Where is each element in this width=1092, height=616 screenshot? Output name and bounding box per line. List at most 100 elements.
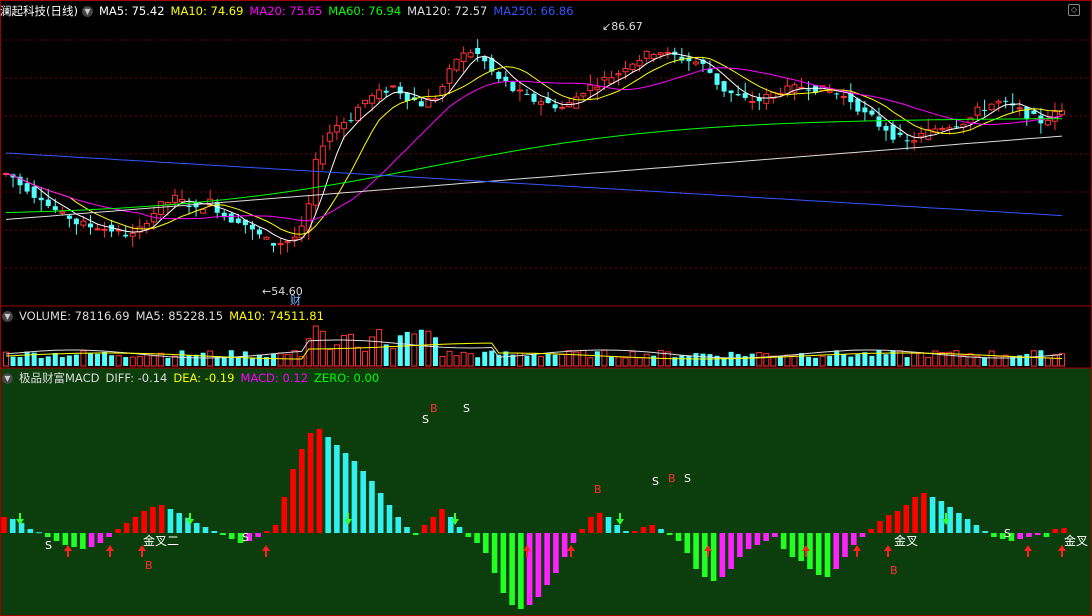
macd-bar-94	[824, 533, 831, 577]
volume-bar-83	[587, 357, 594, 367]
candle-body-91	[643, 50, 650, 59]
candle-body-5	[38, 197, 44, 201]
volume-bar-71	[503, 351, 509, 366]
signal-s-2: S	[463, 402, 470, 415]
volume-bar-5	[38, 357, 44, 366]
volume-bar-86	[608, 356, 614, 366]
volume-bar-150	[1059, 353, 1065, 367]
high-price-value: 86.67	[611, 20, 643, 33]
macd-bar-15	[132, 517, 139, 533]
settings-icon[interactable]: ◇	[1068, 4, 1080, 16]
macd-bar-56	[491, 533, 498, 573]
candle-body-56	[397, 86, 403, 94]
candle-body-127	[897, 132, 903, 135]
macd-bar-31	[272, 525, 279, 533]
macd-bar-20	[176, 513, 183, 533]
candle-body-73	[516, 89, 523, 92]
macd-bar-38	[334, 445, 340, 533]
macd-bar-69	[605, 517, 612, 533]
volume-bar-119	[841, 354, 847, 366]
candle-body-119	[840, 95, 847, 98]
candle-body-8	[59, 211, 66, 214]
low-price-arrow-icon: ←	[262, 285, 272, 298]
volume-bar-2	[17, 356, 23, 366]
candle-body-114	[806, 89, 812, 91]
signal-jincha-2: 金叉	[894, 534, 919, 548]
volume-bar-16	[115, 355, 122, 367]
macd-indicator-2: DEA: -0.19	[173, 371, 235, 385]
macd-indicator-list: 极品财富MACD DIFF: -0.14 DEA: -0.19 MACD: 0.12 Z…	[19, 371, 385, 385]
volume-bar-128	[904, 357, 910, 366]
candle-body-117	[826, 90, 833, 93]
candle-body-38	[271, 243, 277, 246]
volume-bar-57	[404, 331, 410, 366]
macd-bar-8	[71, 533, 77, 547]
volume-bar-39	[277, 352, 284, 367]
candle-body-94	[664, 51, 671, 54]
volume-bar-137	[967, 353, 974, 367]
macd-bar-24	[211, 531, 218, 533]
volume-bar-67	[475, 357, 481, 366]
candle-body-87	[615, 73, 622, 76]
candle-body-103	[728, 90, 734, 94]
macd-bar-118	[1034, 533, 1041, 535]
macd-bar-50	[439, 509, 445, 533]
macd-bar-81	[710, 533, 717, 581]
candle-body-133	[939, 127, 946, 131]
macd-bar-14	[123, 523, 130, 533]
volume-bar-26	[186, 355, 192, 366]
ma-indicator-1: MA10: 74.69	[170, 4, 244, 18]
candle-body-82	[580, 92, 587, 97]
volume-bar-112	[791, 355, 798, 367]
macd-toggle-icon[interactable]: ▼	[2, 373, 13, 384]
macd-bar-117	[1026, 533, 1032, 537]
volume-bar-41	[291, 350, 298, 367]
macd-bar-99	[868, 529, 875, 533]
candle-body-108	[763, 94, 770, 104]
volume-bar-135	[953, 350, 960, 367]
candle-body-44	[312, 158, 319, 206]
volume-bar-59	[418, 329, 424, 366]
macd-bar-48	[421, 525, 428, 533]
volume-bar-130	[918, 352, 925, 367]
volume-bar-7	[52, 353, 58, 366]
signal-s-4: S	[684, 472, 691, 485]
volume-bar-20	[143, 354, 150, 367]
candle-body-53	[376, 89, 383, 100]
macd-indicator-1: DIFF: -0.14	[105, 371, 168, 385]
candle-body-102	[721, 81, 727, 92]
volume-bar-148	[1044, 357, 1051, 367]
candle-body-36	[256, 229, 262, 235]
volume-bar-33	[235, 357, 241, 366]
macd-bar-63	[553, 533, 559, 573]
macd-bar-113	[991, 533, 997, 537]
candle-body-41	[291, 236, 298, 240]
volume-bar-124	[876, 350, 882, 366]
candle-body-121	[855, 98, 861, 112]
volume-bar-38	[271, 353, 277, 366]
macd-bar-82	[719, 533, 726, 577]
collapse-toggle-icon[interactable]: ▼	[81, 6, 93, 17]
macd-bar-58	[509, 533, 515, 605]
macd-bar-0	[1, 517, 7, 533]
candle-body-67	[475, 47, 481, 54]
candle-body-62	[439, 86, 446, 96]
candle-body-98	[692, 61, 699, 65]
macd-bar-41	[360, 471, 366, 533]
candle-body-14	[101, 228, 108, 231]
volume-bar-27	[193, 354, 199, 366]
volume-bar-116	[819, 355, 826, 367]
candle-body-28	[200, 208, 207, 214]
volume-bar-140	[988, 350, 995, 367]
volume-bar-44	[312, 325, 319, 367]
macd-bar-59	[518, 533, 524, 609]
volume-bar-32	[228, 350, 234, 366]
volume-toggle-icon[interactable]: ▼	[2, 311, 13, 322]
finance-marker[interactable]: 财	[290, 292, 301, 308]
macd-bar-46	[404, 527, 410, 533]
macd-bar-2	[18, 523, 25, 533]
candle-body-92	[650, 53, 657, 60]
candle-body-45	[319, 145, 326, 165]
volume-bar-125	[883, 354, 889, 366]
signal-jincha-1: 金叉二	[143, 534, 180, 548]
